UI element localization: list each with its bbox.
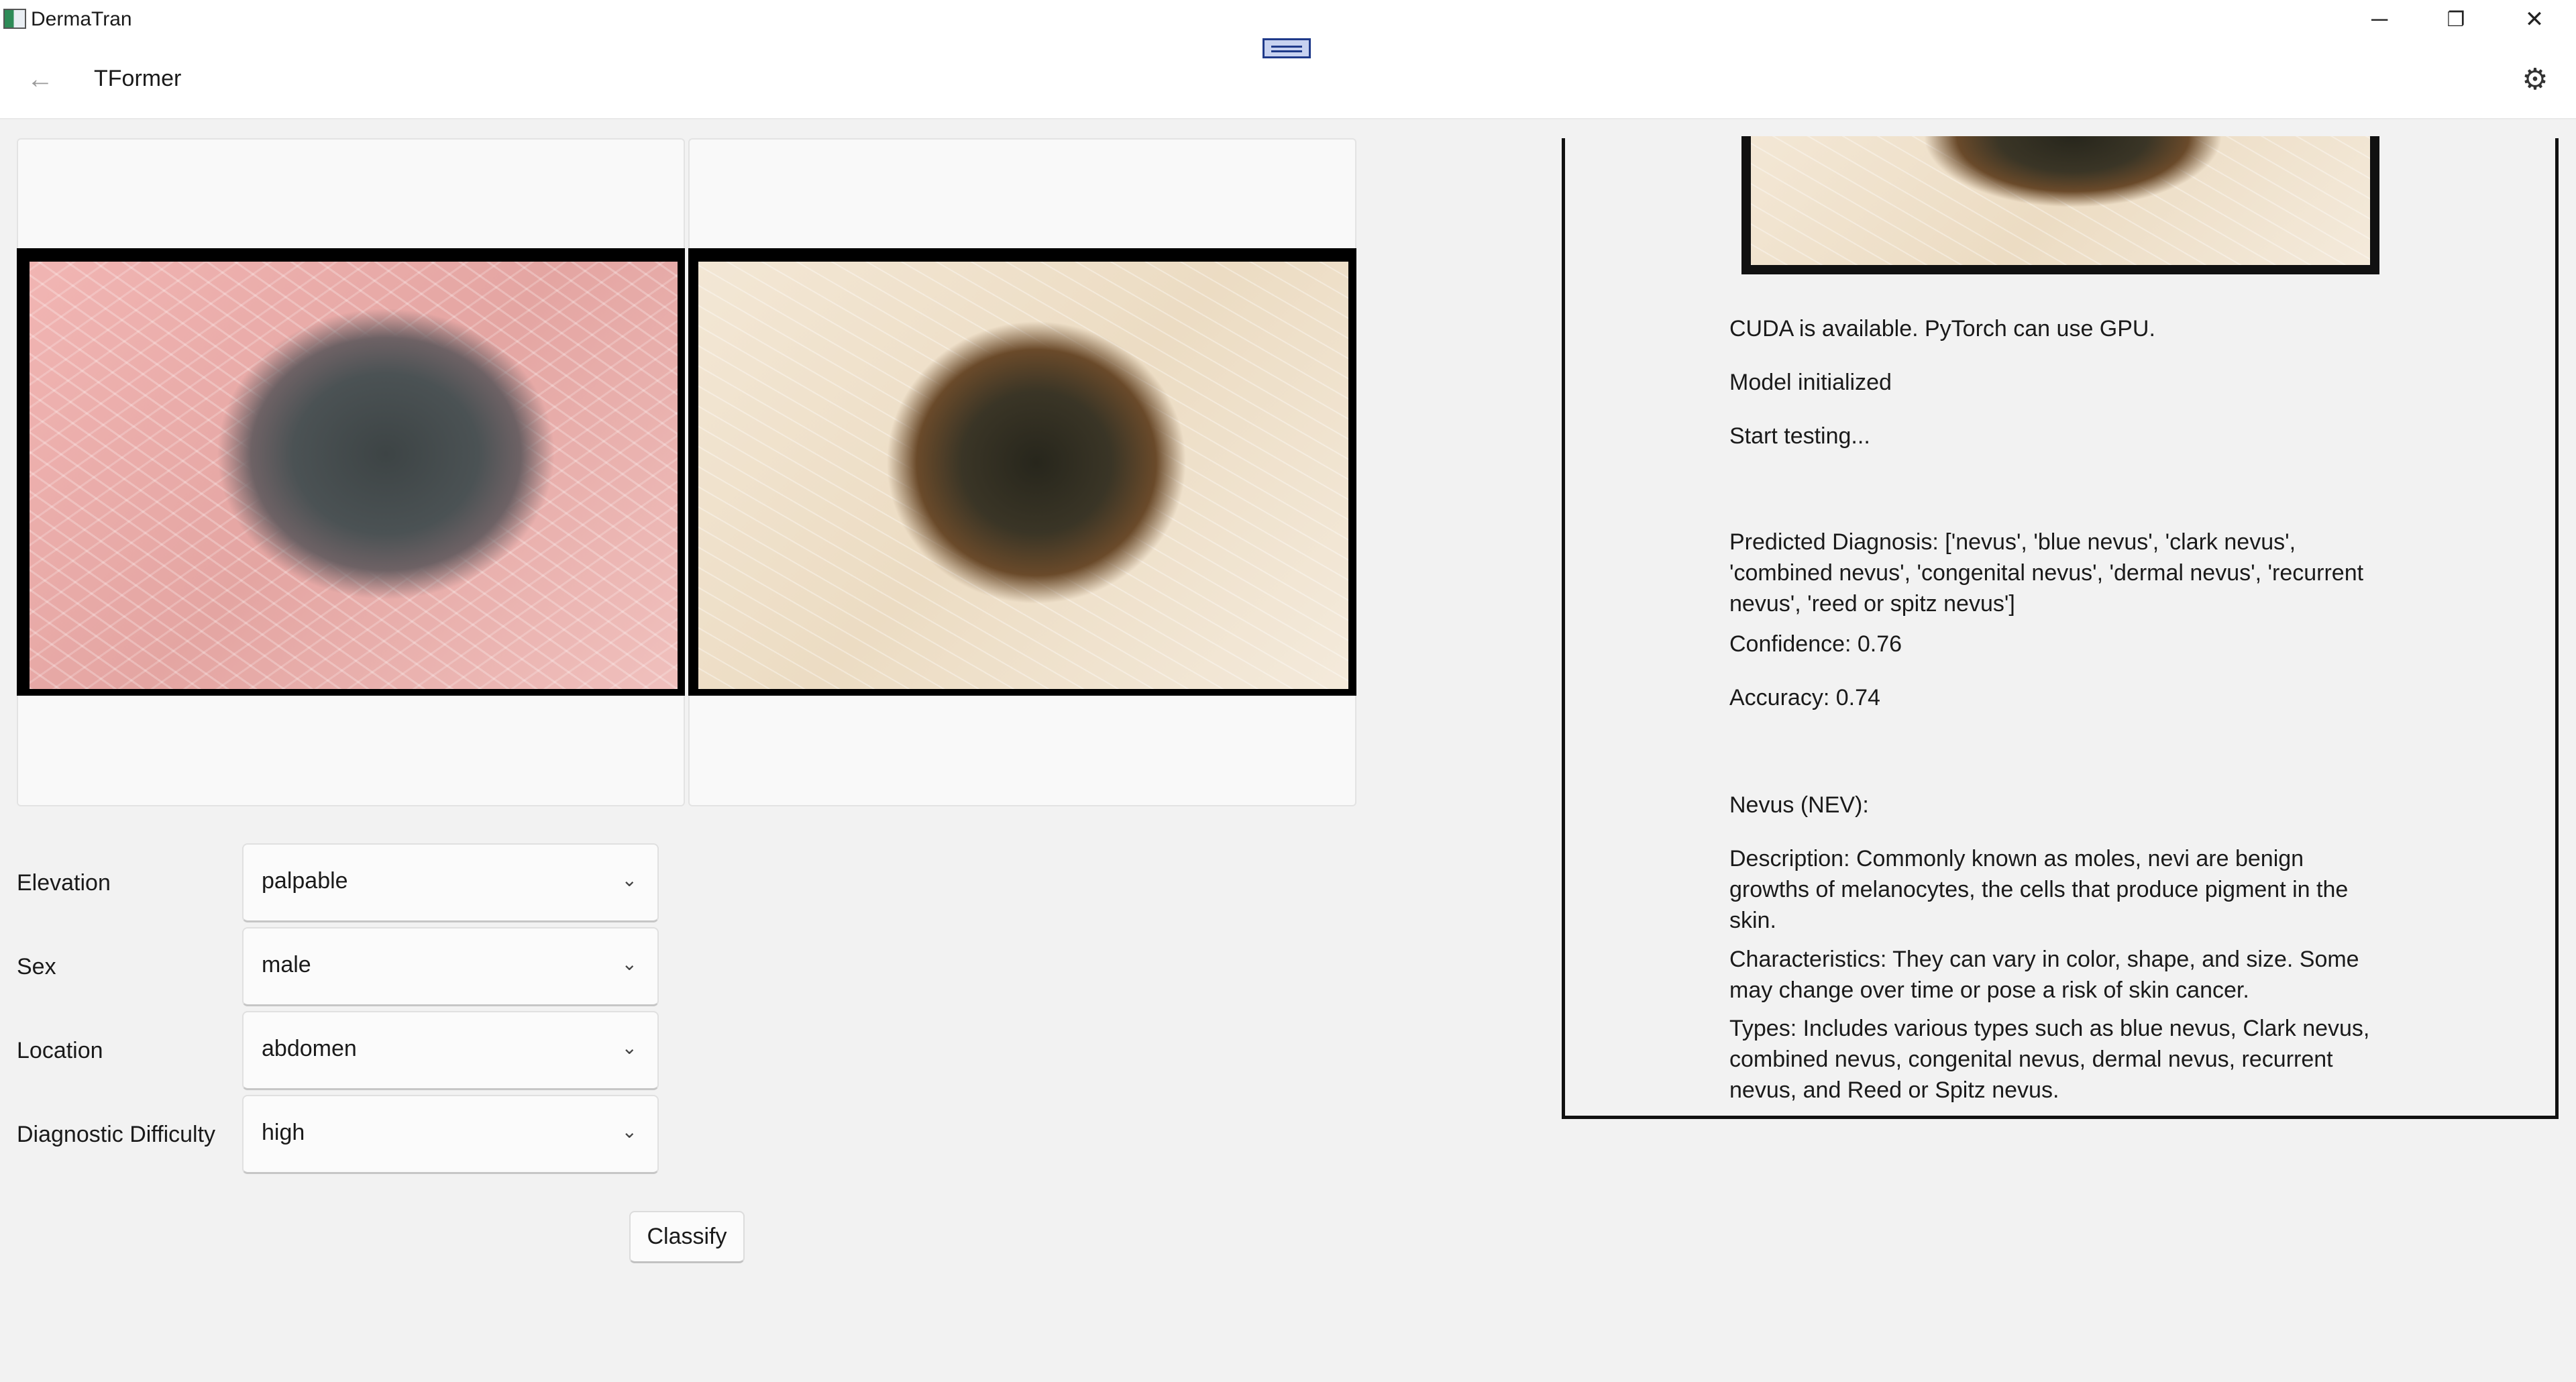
title-bar [0,0,2576,39]
chevron-down-icon: ⌄ [621,953,637,974]
chevron-down-icon: ⌄ [621,1121,637,1142]
location-label: Location [17,1038,103,1063]
cuda-status: CUDA is available. PyTorch can use GPU. [1729,316,2155,341]
chevron-down-icon: ⌄ [621,869,637,890]
elevation-value: palpable [262,868,348,894]
minimize-button[interactable]: ─ [2343,0,2416,39]
dermoscopic-lesion-image [698,262,1348,689]
app-title: DermaTran [31,8,132,30]
restore-icon: ❐ [2447,8,2465,31]
nevus-characteristics: Characteristics: They can vary in color,… [1729,947,2359,1003]
back-button[interactable]: ← [20,59,60,99]
clinical-lesion-image [30,262,678,689]
location-value: abdomen [262,1036,357,1061]
confidence-value: Confidence: 0.76 [1729,631,1902,657]
close-button[interactable]: ✕ [2498,0,2571,39]
settings-button[interactable]: ⚙ [2513,59,2557,99]
location-combobox[interactable]: abdomen ⌄ [242,1011,659,1090]
diagnostic-difficulty-combobox[interactable]: high ⌄ [242,1095,659,1174]
predicted-diagnosis: Predicted Diagnosis: ['nevus', 'blue nev… [1729,529,2364,617]
nevus-heading: Nevus (NEV): [1729,792,1869,818]
maximize-button[interactable]: ❐ [2419,0,2493,39]
accuracy-value: Accuracy: 0.74 [1729,685,1880,710]
page-title: TFormer [94,66,182,91]
close-icon: ✕ [2524,7,2544,32]
testing-status: Start testing... [1729,423,1870,449]
elevation-combobox[interactable]: palpable ⌄ [242,843,659,922]
app-icon [3,9,26,29]
diagnostic-difficulty-label: Diagnostic Difficulty [17,1122,216,1147]
sex-value: male [262,952,311,977]
gear-icon: ⚙ [2522,62,2548,96]
sex-combobox[interactable]: male ⌄ [242,927,659,1006]
model-status: Model initialized [1729,370,1892,395]
minimize-icon: ─ [2371,6,2388,32]
drag-handle[interactable] [1263,38,1311,58]
chevron-down-icon: ⌄ [621,1037,637,1058]
nevus-description: Description: Commonly known as moles, ne… [1729,846,2349,933]
elevation-label: Elevation [17,870,111,896]
nevus-types: Types: Includes various types such as bl… [1729,1016,2370,1103]
sex-label: Sex [17,954,56,979]
result-preview-image [1751,136,2370,265]
diagnostic-difficulty-value: high [262,1120,305,1145]
classify-button[interactable]: Classify [629,1211,745,1263]
back-arrow-icon: ← [27,64,54,94]
